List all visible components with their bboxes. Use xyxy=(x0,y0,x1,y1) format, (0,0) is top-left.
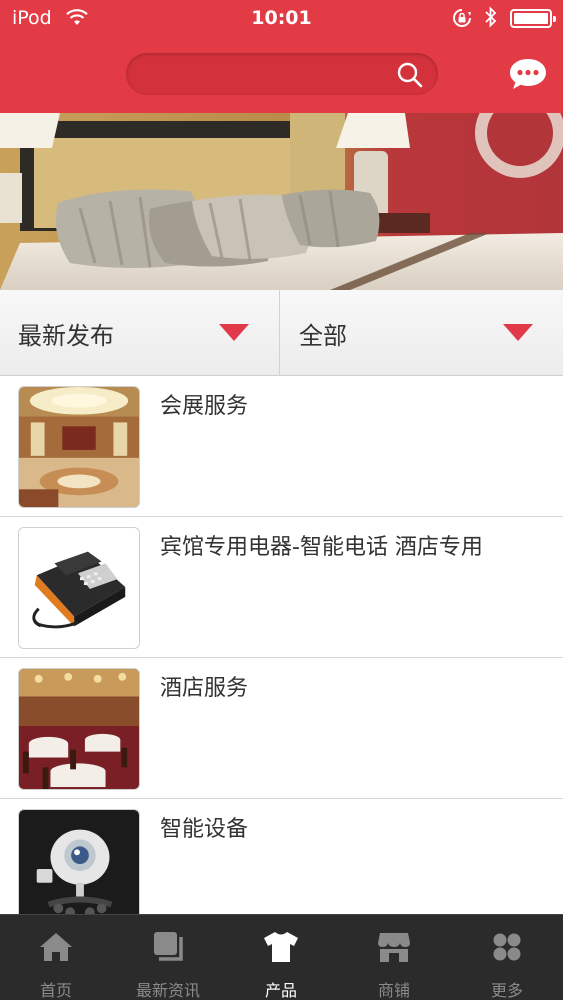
tab-store-label: 商铺 xyxy=(377,981,410,1000)
telephone-image xyxy=(19,528,139,648)
product-thumbnail xyxy=(18,527,140,649)
news-icon xyxy=(154,932,183,961)
search-icon[interactable] xyxy=(396,61,424,89)
tab-products-label: 产品 xyxy=(264,981,297,1000)
product-title: 智能设备 xyxy=(160,817,249,842)
list-item[interactable]: 宾馆专用电器-智能电话 酒店专用 xyxy=(0,517,563,658)
more-grid-icon xyxy=(493,933,521,961)
tab-home[interactable]: 首页 xyxy=(0,915,112,1000)
hero-banner[interactable] xyxy=(0,113,563,290)
battery-icon xyxy=(510,9,556,28)
product-thumbnail xyxy=(18,386,140,508)
category-dropdown[interactable]: 全部 xyxy=(281,290,563,376)
search-bar[interactable] xyxy=(126,53,438,95)
category-dropdown-label: 全部 xyxy=(299,322,347,350)
status-time: 10:01 xyxy=(251,7,312,29)
product-thumbnail xyxy=(18,809,140,931)
bottom-tab-bar: 首页 最新资讯 产品 商铺 更多 xyxy=(0,914,563,1000)
tab-home-label: 首页 xyxy=(39,981,72,1000)
bluetooth-icon xyxy=(485,6,497,28)
product-thumbnail xyxy=(18,668,140,790)
search-input[interactable] xyxy=(144,53,394,95)
filter-bar: 最新发布 全部 xyxy=(0,290,563,376)
list-item[interactable]: 会展服务 xyxy=(0,376,563,517)
hotel-bedroom-image xyxy=(0,113,563,290)
product-title: 酒店服务 xyxy=(160,676,249,701)
app-header: iPod 10:01 xyxy=(0,0,563,113)
tab-more-label: 更多 xyxy=(490,981,523,1000)
tab-store[interactable]: 商铺 xyxy=(338,915,450,1000)
tab-products[interactable]: 产品 xyxy=(225,915,337,1000)
store-icon xyxy=(378,933,410,962)
sort-dropdown-label: 最新发布 xyxy=(18,322,114,350)
convention-hall-image xyxy=(19,387,139,507)
list-item[interactable]: 酒店服务 xyxy=(0,658,563,799)
product-title: 会展服务 xyxy=(160,394,249,419)
home-icon xyxy=(40,933,72,961)
restaurant-image xyxy=(19,669,139,789)
caret-down-icon xyxy=(219,324,249,341)
status-bar: iPod 10:01 xyxy=(0,0,563,38)
tab-news[interactable]: 最新资讯 xyxy=(112,915,224,1000)
rotation-lock-icon xyxy=(453,9,471,27)
product-title: 宾馆专用电器-智能电话 酒店专用 xyxy=(160,535,483,560)
smart-camera-image xyxy=(19,810,139,930)
tab-more[interactable]: 更多 xyxy=(451,915,563,1000)
product-list: 会展服务 宾馆专用电器-智能电话 酒店专用 酒店服务 智能设备 xyxy=(0,376,563,940)
chat-bubble-icon[interactable] xyxy=(508,57,548,91)
sort-dropdown[interactable]: 最新发布 xyxy=(0,290,280,376)
tshirt-icon xyxy=(264,932,298,962)
tab-news-label: 最新资讯 xyxy=(135,981,200,1000)
caret-down-icon xyxy=(503,324,533,341)
